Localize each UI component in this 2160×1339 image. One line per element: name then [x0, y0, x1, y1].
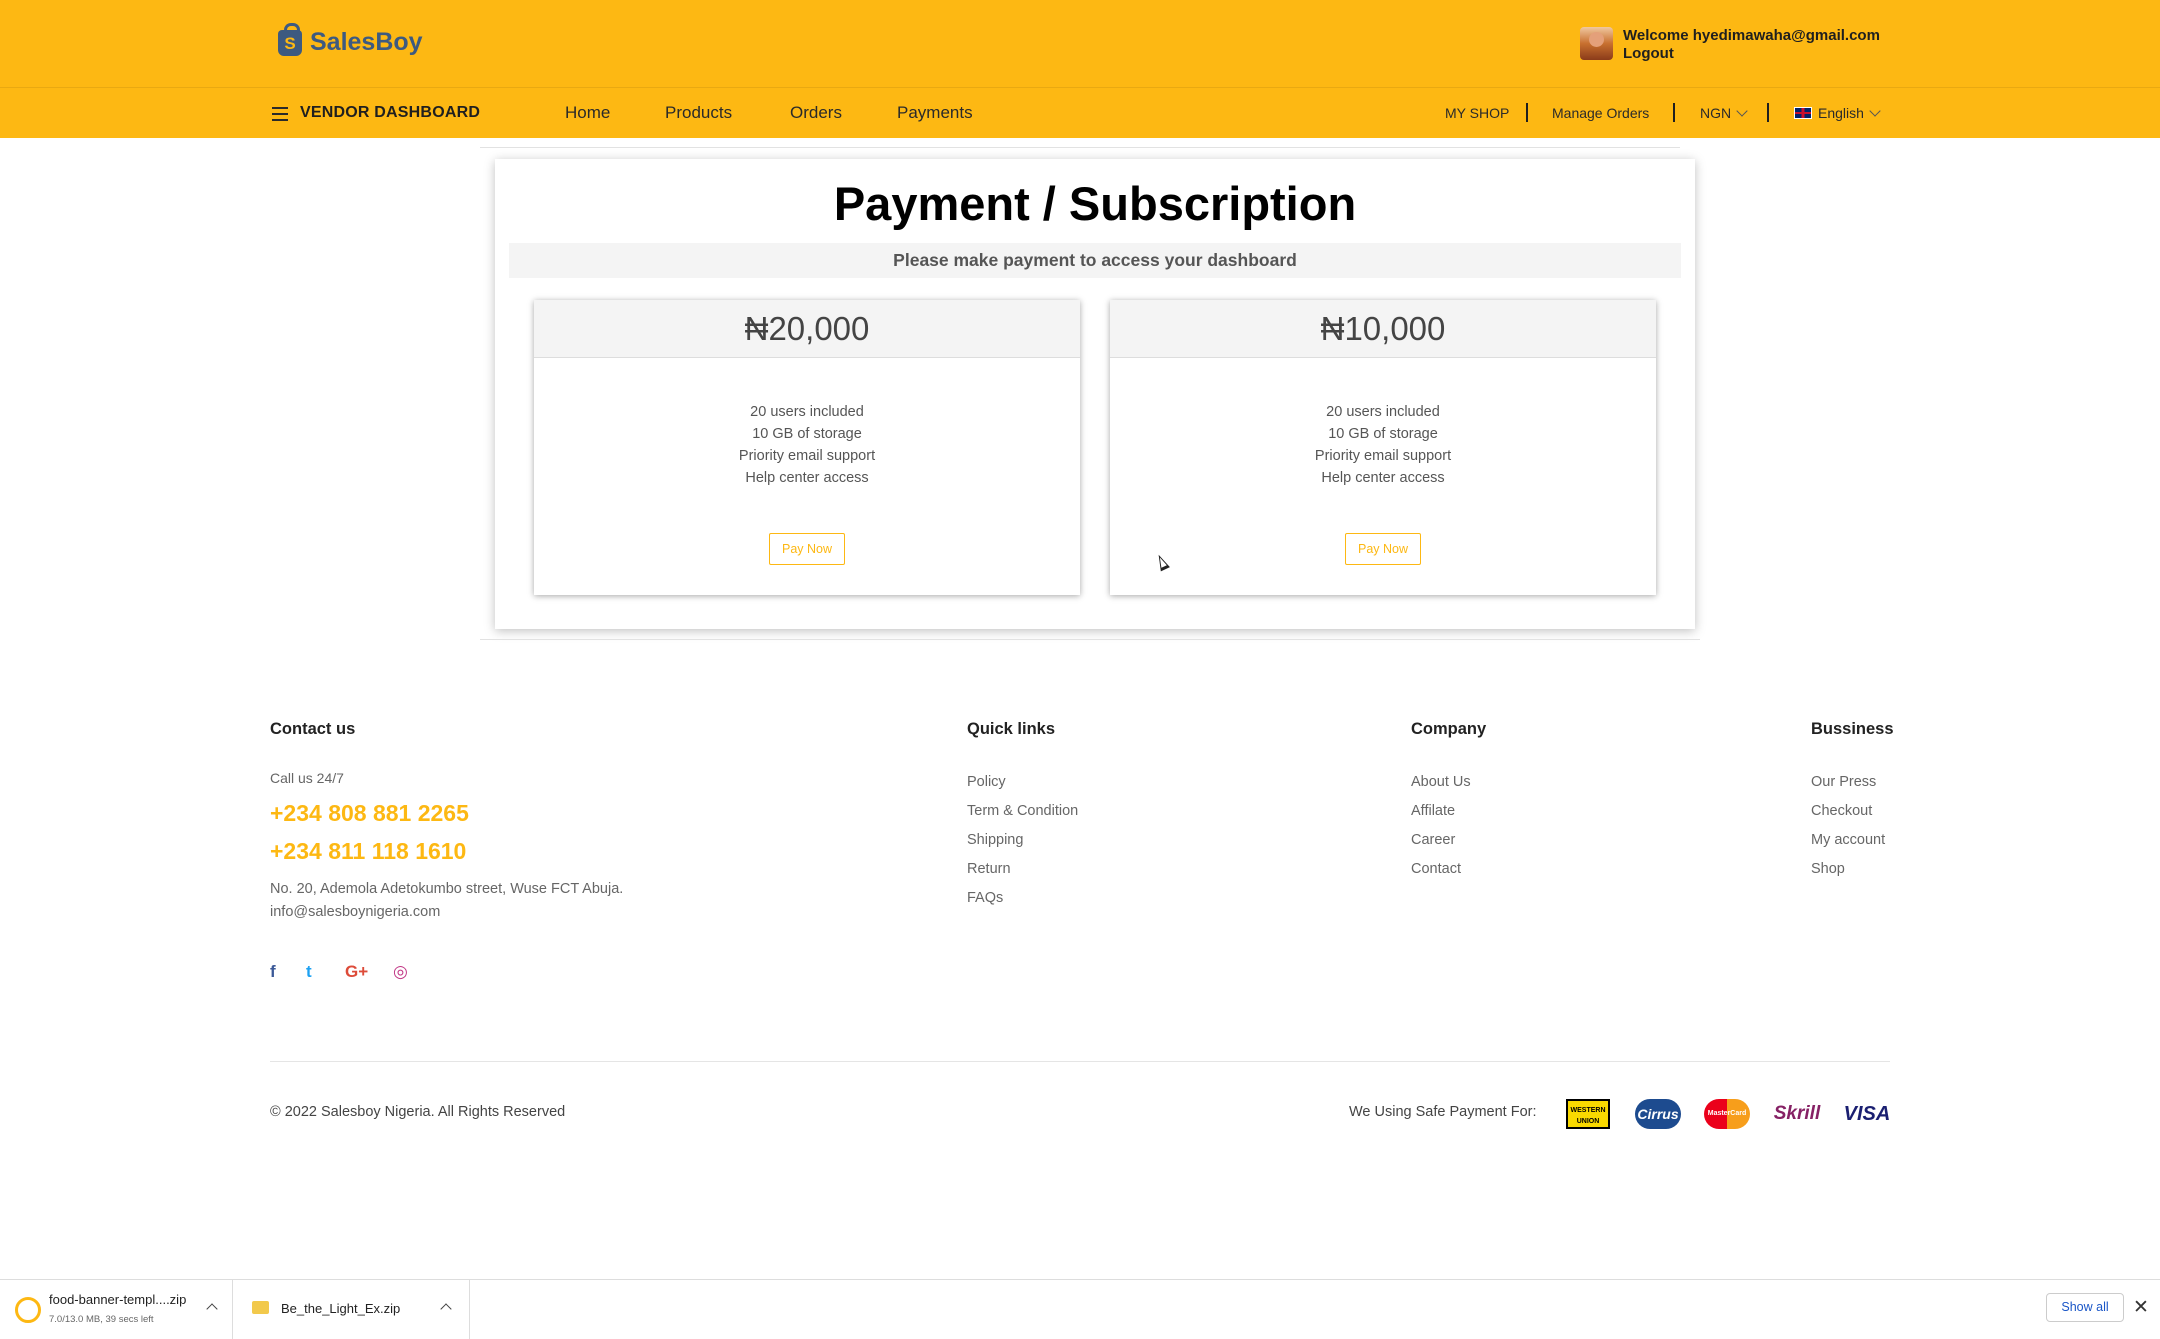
welcome-text: Welcome hyedimawaha@gmail.com: [1623, 27, 1880, 44]
main-navbar: VENDOR DASHBOARD Home Products Orders Pa…: [0, 87, 2160, 138]
plan-features: 20 users included 10 GB of storage Prior…: [1110, 401, 1656, 489]
my-shop-link[interactable]: MY SHOP: [1445, 105, 1509, 121]
footer-link-policy[interactable]: Policy: [967, 774, 1006, 790]
footer-link-affiliate[interactable]: Affilate: [1411, 803, 1455, 819]
hamburger-menu-icon[interactable]: [272, 107, 288, 121]
payment-notice: Please make payment to access your dashb…: [509, 243, 1681, 278]
plan-feature: 20 users included: [1326, 404, 1440, 420]
footer-link-press[interactable]: Our Press: [1811, 774, 1876, 790]
safe-payment-label: We Using Safe Payment For:: [1349, 1104, 1537, 1120]
plan-feature: Priority email support: [738, 448, 876, 464]
plan-price: ₦10,000: [1110, 300, 1656, 358]
download-filename: Be_the_Light_Ex.zip: [281, 1301, 401, 1316]
plan-price: ₦20,000: [534, 300, 1080, 358]
top-header: S SalesBoy Welcome hyedimawaha@gmail.com…: [0, 0, 2160, 87]
call-label: Call us 24/7: [270, 770, 344, 786]
footer-link-shipping[interactable]: Shipping: [967, 832, 1023, 848]
brand-name: SalesBoy: [310, 28, 423, 56]
language-select[interactable]: English: [1794, 105, 1881, 121]
chevron-up-icon[interactable]: [206, 1303, 218, 1315]
nav-home[interactable]: Home: [565, 103, 610, 123]
copyright: © 2022 Salesboy Nigeria. All Rights Rese…: [270, 1104, 566, 1120]
avatar[interactable]: [1580, 27, 1613, 60]
address: No. 20, Ademola Adetokumbo street, Wuse …: [270, 881, 624, 897]
email-link[interactable]: info@salesboynigeria.com: [270, 904, 440, 920]
chevron-up-icon[interactable]: [440, 1303, 452, 1315]
western-union-logo: WESTERN UNION: [1566, 1099, 1610, 1129]
footer-heading-quick-links: Quick links: [967, 720, 1056, 738]
download-status: 7.0/13.0 MB, 39 secs left: [49, 1314, 154, 1325]
download-filename: food-banner-templ....zip: [49, 1292, 187, 1307]
nav-orders[interactable]: Orders: [790, 103, 842, 123]
currency-select[interactable]: NGN: [1700, 105, 1748, 121]
plan-feature: Priority email support: [1314, 448, 1452, 464]
download-progress-icon: [15, 1297, 41, 1323]
footer-link-shop[interactable]: Shop: [1811, 861, 1845, 877]
phone-number[interactable]: +234 808 881 2265: [270, 800, 469, 827]
skrill-logo: Skrill: [1773, 1103, 1821, 1124]
page-title: Payment / Subscription: [833, 177, 1357, 230]
plan-feature: Help center access: [1321, 470, 1445, 486]
divider: [480, 639, 1700, 640]
google-plus-icon[interactable]: G+: [345, 962, 368, 982]
user-menu: Welcome hyedimawaha@gmail.com Logout: [1580, 27, 1880, 63]
plan-feature: 20 users included: [750, 404, 864, 420]
download-bar: food-banner-templ....zip 7.0/13.0 MB, 39…: [0, 1279, 2160, 1339]
nav-divider: [1767, 103, 1769, 122]
language-value: English: [1818, 105, 1864, 121]
payment-panel: Payment / Subscription Please make payme…: [495, 159, 1695, 629]
footer-link-about[interactable]: About Us: [1411, 774, 1471, 790]
twitter-icon[interactable]: t: [306, 962, 312, 982]
plan-features: 20 users included 10 GB of storage Prior…: [534, 401, 1080, 489]
pay-now-button[interactable]: Pay Now: [769, 533, 845, 565]
footer-heading-contact: Contact us: [270, 720, 356, 738]
footer-link-contact[interactable]: Contact: [1411, 861, 1461, 877]
folder-icon: [252, 1301, 269, 1314]
currency-value: NGN: [1700, 105, 1732, 121]
footer-link-faqs[interactable]: FAQs: [967, 890, 1003, 906]
facebook-icon[interactable]: f: [270, 962, 276, 982]
nav-divider: [1673, 103, 1675, 122]
close-icon[interactable]: ✕: [2133, 1296, 2149, 1319]
plan-feature: Help center access: [745, 470, 869, 486]
chevron-down-icon: [1736, 105, 1748, 117]
brand-logo[interactable]: S SalesBoy: [278, 22, 423, 57]
footer-heading-business: Bussiness: [1811, 720, 1894, 738]
plan-card: ₦10,000 20 users included 10 GB of stora…: [1110, 300, 1656, 595]
visa-logo: VISA: [1843, 1103, 1891, 1125]
footer-link-terms[interactable]: Term & Condition: [967, 803, 1078, 819]
nav-payments[interactable]: Payments: [897, 103, 973, 123]
plan-feature: 10 GB of storage: [1328, 426, 1438, 442]
footer-divider: [270, 1061, 1890, 1062]
footer-link-checkout[interactable]: Checkout: [1811, 803, 1872, 819]
nav-products[interactable]: Products: [665, 103, 732, 123]
show-all-button[interactable]: Show all: [2046, 1293, 2124, 1322]
shopping-bag-icon: S: [278, 22, 302, 56]
chevron-down-icon: [1869, 105, 1881, 117]
footer-link-account[interactable]: My account: [1811, 832, 1885, 848]
vendor-dashboard-label[interactable]: VENDOR DASHBOARD: [300, 104, 480, 122]
footer-link-career[interactable]: Career: [1411, 832, 1455, 848]
footer-link-return[interactable]: Return: [967, 861, 1011, 877]
uk-flag-icon: [1794, 107, 1812, 119]
plan-feature: 10 GB of storage: [752, 426, 862, 442]
download-item[interactable]: food-banner-templ....zip 7.0/13.0 MB, 39…: [0, 1280, 233, 1339]
nav-divider: [1526, 103, 1528, 122]
mastercard-logo: MasterCard: [1704, 1099, 1750, 1129]
pay-now-button[interactable]: Pay Now: [1345, 533, 1421, 565]
instagram-icon[interactable]: ◎: [393, 962, 408, 982]
phone-number[interactable]: +234 811 118 1610: [270, 838, 466, 865]
plan-card: ₦20,000 20 users included 10 GB of stora…: [534, 300, 1080, 595]
logout-link[interactable]: Logout: [1623, 45, 1880, 63]
manage-orders-link[interactable]: Manage Orders: [1552, 105, 1649, 121]
cirrus-logo: Cirrus: [1635, 1099, 1681, 1129]
divider: [480, 147, 1680, 148]
footer-heading-company: Company: [1411, 720, 1487, 738]
download-item[interactable]: Be_the_Light_Ex.zip: [233, 1280, 470, 1339]
